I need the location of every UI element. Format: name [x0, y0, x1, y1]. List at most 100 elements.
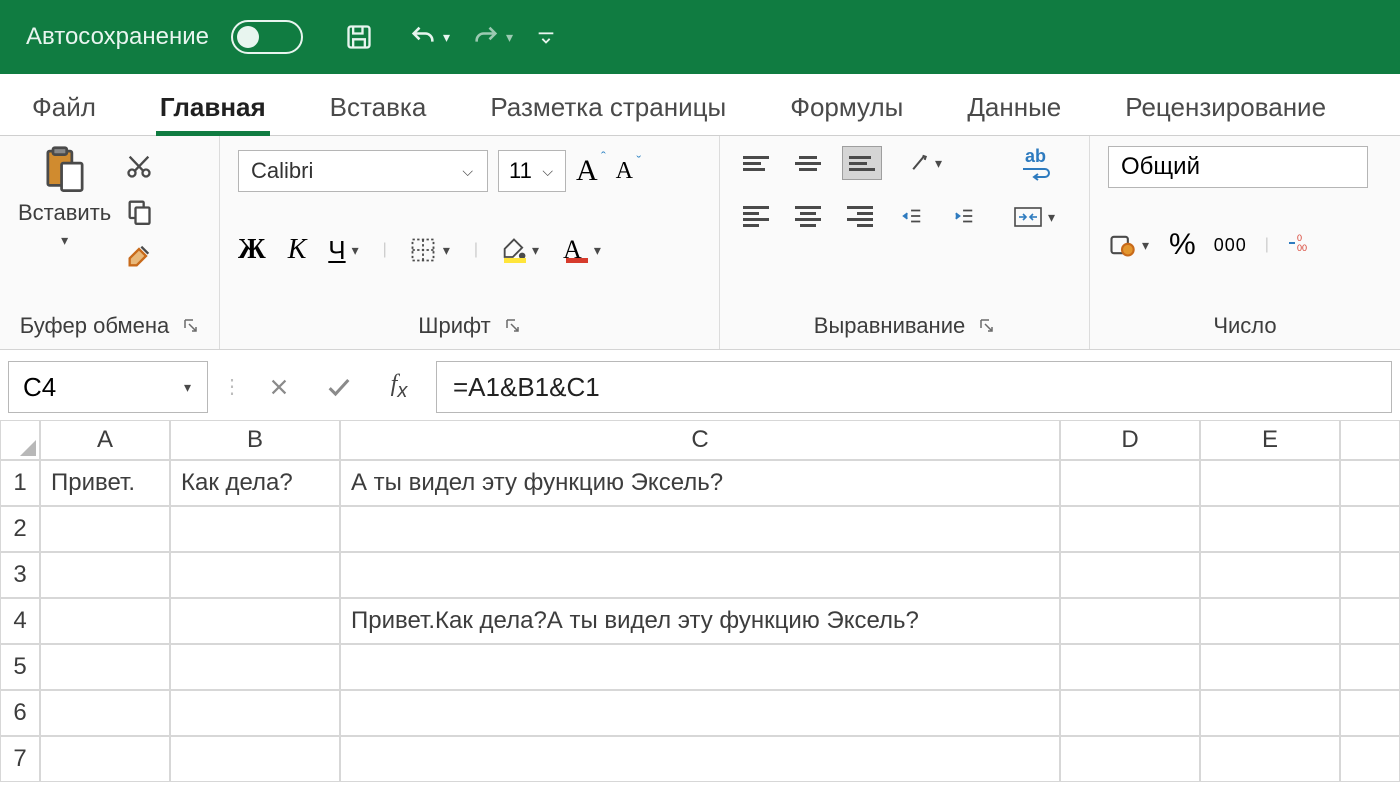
cell-A1[interactable]: Привет.: [40, 460, 170, 506]
increase-decimal-button[interactable]: 000: [1287, 229, 1315, 262]
row-header[interactable]: 4: [0, 598, 40, 644]
chevron-down-icon[interactable]: ⌵: [540, 163, 555, 180]
fill-color-button[interactable]: ▾: [500, 236, 541, 264]
cell[interactable]: [1340, 506, 1400, 552]
row-header[interactable]: 2: [0, 506, 40, 552]
chevron-down-icon[interactable]: ▾: [530, 242, 541, 259]
cancel-formula-button[interactable]: [256, 364, 302, 410]
chevron-down-icon[interactable]: ⌵: [460, 163, 475, 180]
row-header[interactable]: 3: [0, 552, 40, 598]
cell[interactable]: [1200, 552, 1340, 598]
enter-formula-button[interactable]: [316, 364, 362, 410]
row-header[interactable]: 5: [0, 644, 40, 690]
col-header[interactable]: [1340, 420, 1400, 460]
chevron-down-icon[interactable]: ▾: [1046, 209, 1057, 226]
chevron-down-icon[interactable]: ▾: [443, 29, 450, 46]
chevron-down-icon[interactable]: ▾: [592, 242, 603, 259]
tab-insert[interactable]: Вставка: [326, 92, 431, 135]
autosave-toggle[interactable]: [231, 20, 303, 54]
align-top-button[interactable]: [738, 149, 774, 177]
cell[interactable]: [1060, 736, 1200, 782]
redo-button[interactable]: ▾: [472, 23, 513, 51]
chevron-down-icon[interactable]: ▾: [182, 379, 193, 396]
orientation-button[interactable]: ▾: [908, 149, 944, 177]
cell[interactable]: [1200, 506, 1340, 552]
cell[interactable]: [40, 690, 170, 736]
cell[interactable]: [1340, 598, 1400, 644]
cell[interactable]: [170, 644, 340, 690]
cell[interactable]: [1060, 598, 1200, 644]
col-header[interactable]: A: [40, 420, 170, 460]
cell[interactable]: [40, 506, 170, 552]
cell[interactable]: [1200, 736, 1340, 782]
cell[interactable]: [170, 506, 340, 552]
wrap-text-button[interactable]: ab: [1014, 146, 1057, 181]
cell-E1[interactable]: [1200, 460, 1340, 506]
accounting-format-button[interactable]: ▾: [1108, 231, 1151, 259]
increase-indent-button[interactable]: [946, 202, 982, 230]
tab-review[interactable]: Рецензирование: [1121, 92, 1330, 135]
row-header[interactable]: 6: [0, 690, 40, 736]
merge-cells-button[interactable]: ▾: [1014, 203, 1057, 231]
cell-C4[interactable]: Привет.Как дела?А ты видел эту функцию Э…: [340, 598, 1060, 644]
spreadsheet-grid[interactable]: A B C D E 1 Привет. Как дела? А ты видел…: [0, 420, 1400, 782]
align-right-button[interactable]: [842, 202, 878, 230]
cell-F1[interactable]: [1340, 460, 1400, 506]
chevron-down-icon[interactable]: ▾: [933, 155, 944, 172]
undo-button[interactable]: ▾: [409, 23, 450, 51]
cell[interactable]: [1200, 598, 1340, 644]
cell[interactable]: [1340, 644, 1400, 690]
cell[interactable]: [1200, 644, 1340, 690]
copy-icon[interactable]: [125, 197, 153, 230]
cell[interactable]: [40, 598, 170, 644]
cell[interactable]: [340, 644, 1060, 690]
number-format-select[interactable]: Общий: [1108, 146, 1368, 188]
cut-icon[interactable]: [125, 152, 153, 185]
align-center-button[interactable]: [790, 202, 826, 230]
formula-input[interactable]: =A1&B1&C1: [436, 361, 1392, 413]
row-header[interactable]: 1: [0, 460, 40, 506]
cell[interactable]: [1340, 736, 1400, 782]
cell[interactable]: [1340, 552, 1400, 598]
decrease-font-icon[interactable]: A: [616, 158, 633, 185]
align-left-button[interactable]: [738, 202, 774, 230]
cell[interactable]: [170, 690, 340, 736]
chevron-down-icon[interactable]: ▾: [506, 29, 513, 46]
tab-data[interactable]: Данные: [963, 92, 1065, 135]
comma-style-button[interactable]: 000: [1214, 235, 1247, 256]
dialog-launcher-icon[interactable]: [505, 318, 521, 334]
cell[interactable]: [340, 506, 1060, 552]
chevron-down-icon[interactable]: ▾: [1140, 237, 1151, 254]
cell[interactable]: [170, 552, 340, 598]
row-header[interactable]: 7: [0, 736, 40, 782]
customize-qat-button[interactable]: [535, 26, 557, 48]
borders-button[interactable]: ▾: [409, 236, 452, 264]
font-size-select[interactable]: 11 ⌵: [498, 150, 566, 192]
decrease-indent-button[interactable]: [894, 202, 930, 230]
select-all-corner[interactable]: [0, 420, 40, 460]
col-header[interactable]: D: [1060, 420, 1200, 460]
cell[interactable]: [170, 598, 340, 644]
tab-page-layout[interactable]: Разметка страницы: [486, 92, 730, 135]
col-header[interactable]: B: [170, 420, 340, 460]
align-middle-button[interactable]: [790, 149, 826, 177]
format-painter-icon[interactable]: [125, 242, 153, 275]
col-header[interactable]: C: [340, 420, 1060, 460]
name-box[interactable]: C4 ▾: [8, 361, 208, 413]
align-bottom-button[interactable]: [842, 146, 882, 180]
bold-button[interactable]: Ж: [238, 234, 266, 266]
chevron-down-icon[interactable]: ▾: [350, 242, 361, 259]
save-icon[interactable]: [345, 23, 373, 51]
percent-button[interactable]: %: [1169, 228, 1196, 262]
font-color-button[interactable]: А ▾: [563, 235, 603, 265]
cell[interactable]: [170, 736, 340, 782]
dialog-launcher-icon[interactable]: [183, 318, 199, 334]
cell[interactable]: [340, 690, 1060, 736]
cell[interactable]: [1200, 690, 1340, 736]
cell[interactable]: [40, 644, 170, 690]
font-name-select[interactable]: Calibri ⌵: [238, 150, 488, 192]
insert-function-button[interactable]: fx: [376, 364, 422, 410]
cell[interactable]: [1060, 506, 1200, 552]
chevron-down-icon[interactable]: ▾: [441, 242, 452, 259]
underline-button[interactable]: Ч: [328, 235, 345, 266]
